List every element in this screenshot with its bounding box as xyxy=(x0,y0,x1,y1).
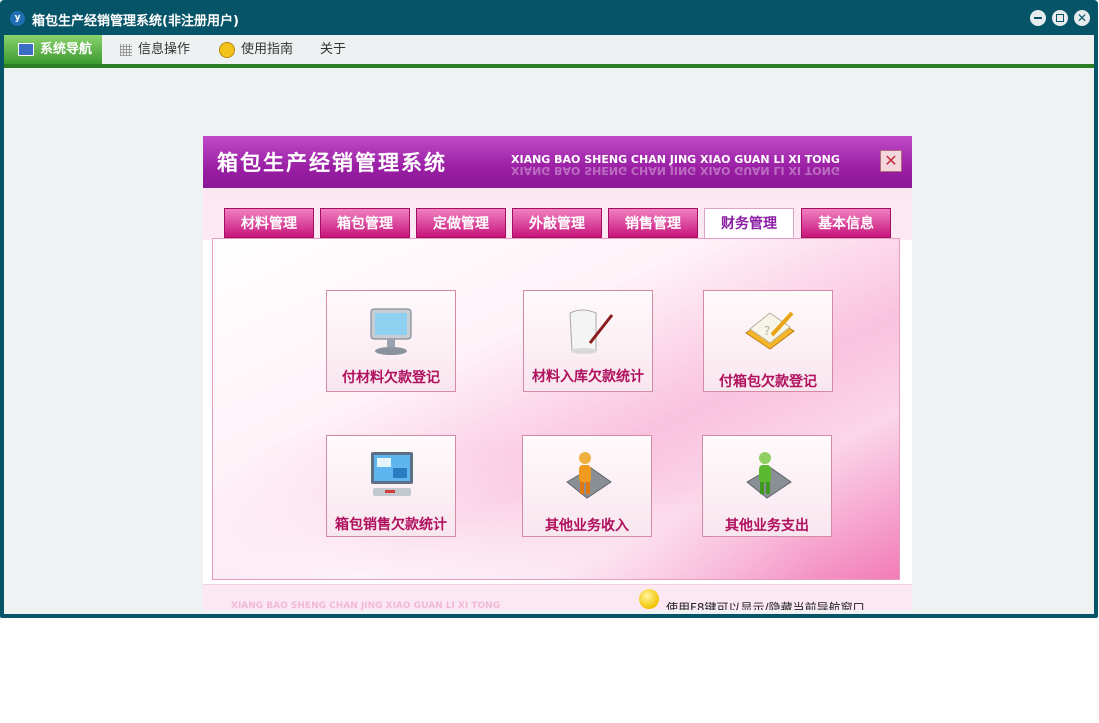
function-label: 其他业务收入 xyxy=(545,518,629,534)
menu-label: 信息操作 xyxy=(138,42,191,57)
tab-basic-info[interactable]: 基本信息 xyxy=(801,208,891,238)
notebook-pencil-icon: ? xyxy=(745,311,795,350)
svg-text:?: ? xyxy=(764,324,770,338)
screen-icon xyxy=(371,452,413,496)
menu-item-guide[interactable]: 使用指南 xyxy=(219,35,293,64)
footer-bar: XIANG BAO SHENG CHAN JING XIAO GUAN LI X… xyxy=(203,584,912,610)
function-label: 材料入库欠款统计 xyxy=(532,369,644,385)
tab-custom[interactable]: 定做管理 xyxy=(416,208,506,238)
menu-item-about[interactable]: 关于 xyxy=(320,35,346,64)
other-income-button[interactable]: 其他业务收入 xyxy=(522,435,652,537)
scroll-pen-icon xyxy=(569,309,614,354)
function-panel: 付材料欠款登记 材料入库欠款统计 ? 付箱包欠款登记 箱包销售欠款统计 其他业务… xyxy=(212,238,900,580)
function-label: 付箱包欠款登记 xyxy=(719,374,817,390)
close-window-icon[interactable]: ✕ xyxy=(1074,10,1090,26)
lightbulb-icon xyxy=(639,589,659,609)
menu-bar: 系统导航 信息操作 使用指南 关于 xyxy=(4,35,1094,68)
person-green-icon xyxy=(746,452,792,499)
title-bar[interactable]: y 箱包生产经销管理系统(非注册用户) ✕ xyxy=(0,0,1098,36)
app-window: y 箱包生产经销管理系统(非注册用户) ✕ 系统导航 信息操作 使用指南 关于 … xyxy=(0,0,1098,618)
material-inbound-debt-stats-button[interactable]: 材料入库欠款统计 xyxy=(523,290,653,392)
function-label: 箱包销售欠款统计 xyxy=(335,517,447,533)
banner-subtitle-reflection: XIANG BAO SHENG CHAN JING XIAO GUAN LI X… xyxy=(511,164,840,177)
monitor-icon xyxy=(370,308,412,355)
menu-label: 使用指南 xyxy=(241,42,294,57)
minimize-icon[interactable] xyxy=(1030,10,1046,26)
menu-item-info-ops[interactable]: 信息操作 xyxy=(120,35,190,64)
function-label: 付材料欠款登记 xyxy=(342,370,440,386)
banner-title: 箱包生产经销管理系统 xyxy=(217,151,447,175)
monitor-icon xyxy=(18,43,34,56)
pay-material-debt-button[interactable]: 付材料欠款登记 xyxy=(326,290,456,392)
tab-bags[interactable]: 箱包管理 xyxy=(320,208,410,238)
menu-label: 系统导航 xyxy=(40,42,93,57)
pay-bag-debt-button[interactable]: ? 付箱包欠款登记 xyxy=(703,290,833,392)
menu-divider xyxy=(4,64,1094,68)
grid-icon xyxy=(120,43,132,56)
bag-sales-debt-stats-button[interactable]: 箱包销售欠款统计 xyxy=(326,435,456,537)
window-title: 箱包生产经销管理系统(非注册用户) xyxy=(32,14,239,29)
other-expense-button[interactable]: 其他业务支出 xyxy=(702,435,832,537)
tab-outsource[interactable]: 外敲管理 xyxy=(512,208,602,238)
tab-strip: 材料管理 箱包管理 定做管理 外敲管理 销售管理 财务管理 基本信息 xyxy=(203,188,912,240)
help-icon xyxy=(219,41,235,58)
navigation-panel: 箱包生产经销管理系统 XIANG BAO SHENG CHAN JING XIA… xyxy=(203,136,912,610)
app-logo-icon: y xyxy=(10,11,25,26)
menu-label: 关于 xyxy=(320,42,347,57)
footer-hint: 使用F8键可以显示/隐藏当前导航窗口 xyxy=(666,601,865,610)
close-icon[interactable]: ✕ xyxy=(880,150,902,172)
tab-materials[interactable]: 材料管理 xyxy=(224,208,314,238)
footer-brand: XIANG BAO SHENG CHAN JING XIAO GUAN LI X… xyxy=(231,601,501,610)
function-label: 其他业务支出 xyxy=(725,518,809,534)
tab-finance[interactable]: 财务管理 xyxy=(704,208,794,239)
restore-icon[interactable] xyxy=(1052,10,1068,26)
banner: 箱包生产经销管理系统 XIANG BAO SHENG CHAN JING XIA… xyxy=(203,136,912,188)
menu-item-system-nav[interactable]: 系统导航 xyxy=(4,35,102,64)
person-orange-icon xyxy=(566,452,612,499)
tab-sales[interactable]: 销售管理 xyxy=(608,208,698,238)
